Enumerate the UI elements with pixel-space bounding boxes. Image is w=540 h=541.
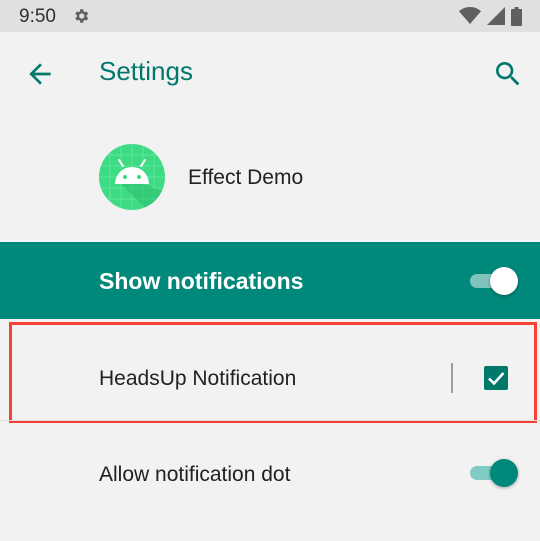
checkmark-icon — [488, 372, 505, 386]
app-bar: Settings — [0, 32, 540, 116]
cell-signal-icon — [487, 7, 505, 25]
status-time: 9:50 — [19, 6, 56, 27]
notification-dot-switch[interactable] — [470, 459, 518, 487]
notification-dot-label: Allow notification dot — [99, 463, 291, 486]
vertical-divider — [451, 363, 453, 393]
headsup-checkbox[interactable] — [484, 366, 508, 390]
gear-icon — [75, 9, 89, 23]
notification-dot-row[interactable]: Allow notification dot — [0, 421, 540, 541]
status-icons — [459, 6, 522, 26]
wifi-icon — [459, 7, 481, 24]
show-notifications-switch[interactable] — [470, 267, 518, 295]
headsup-notification-label: HeadsUp Notification — [99, 367, 297, 390]
status-bar: 9:50 — [0, 0, 540, 32]
headsup-notification-row[interactable]: HeadsUp Notification — [0, 319, 540, 419]
back-arrow-icon[interactable] — [24, 58, 56, 90]
show-notifications-bar[interactable]: Show notifications — [0, 242, 540, 319]
switch-thumb — [490, 459, 518, 487]
android-app-icon — [99, 144, 165, 210]
battery-icon — [511, 6, 522, 26]
app-info-row: Effect Demo — [0, 116, 540, 242]
show-notifications-label: Show notifications — [99, 268, 304, 294]
switch-thumb — [490, 267, 518, 295]
search-icon[interactable] — [492, 58, 524, 90]
page-title: Settings — [99, 56, 193, 86]
app-name: Effect Demo — [188, 166, 304, 189]
